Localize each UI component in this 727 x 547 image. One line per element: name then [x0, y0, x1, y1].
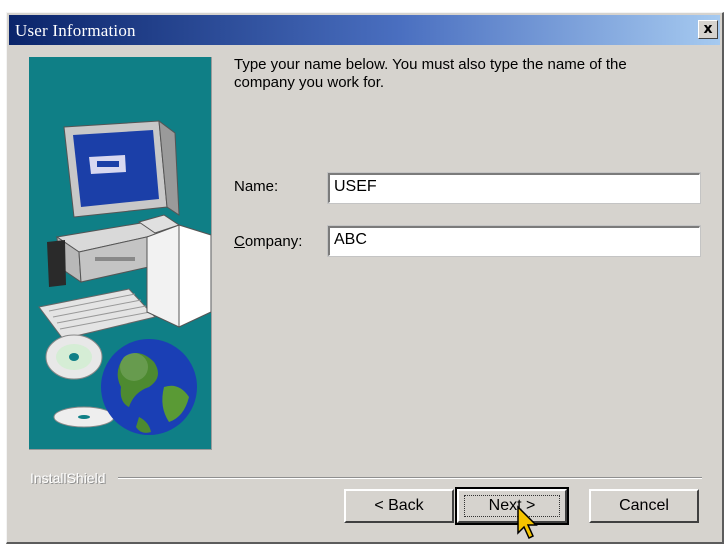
- installshield-brand: InstallShield: [30, 470, 702, 486]
- instruction-text: Type your name below. You must also type…: [234, 56, 627, 91]
- company-label: Company:: [234, 233, 302, 250]
- name-input[interactable]: USEF: [327, 172, 701, 204]
- close-button[interactable]: x: [698, 20, 718, 39]
- brand-text: InstallShield: [30, 470, 112, 486]
- focus-rectangle: [464, 495, 560, 517]
- company-label-accel: C: [234, 233, 245, 250]
- window-title: User Information: [15, 21, 136, 40]
- name-label: Name:: [234, 178, 279, 195]
- computer-globe-illustration-icon: [38, 119, 211, 435]
- back-button[interactable]: < Back: [344, 489, 454, 523]
- arrow-cursor-icon: [517, 505, 538, 540]
- next-button[interactable]: Next >: [455, 487, 569, 525]
- brand-divider: [118, 477, 702, 479]
- company-label-rest: ompany:: [244, 233, 303, 250]
- company-input[interactable]: ABC: [327, 225, 701, 257]
- cancel-button[interactable]: Cancel: [589, 489, 699, 523]
- side-illustration: [29, 57, 212, 450]
- title-bar[interactable]: User Information x: [9, 15, 720, 45]
